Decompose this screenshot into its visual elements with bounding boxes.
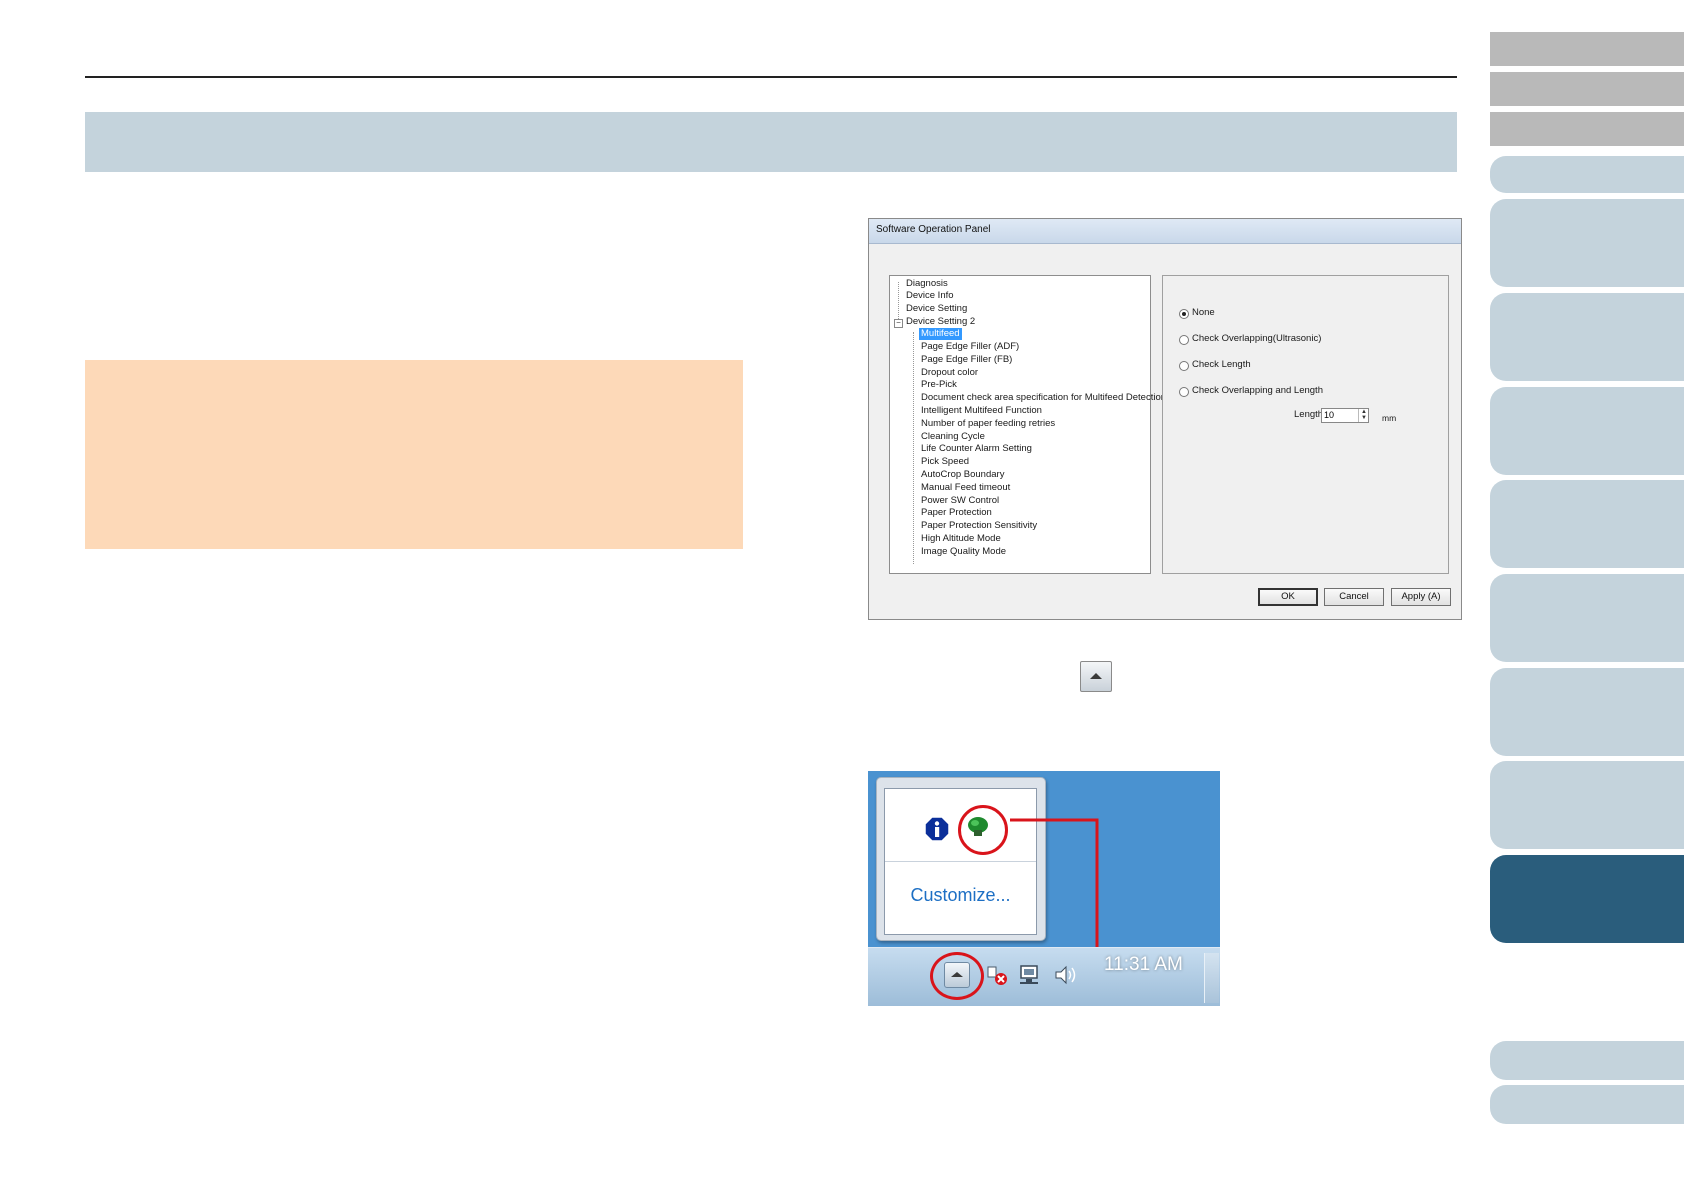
tree-item-multifeed[interactable]: Multifeed (919, 328, 962, 340)
tree-item-device-info[interactable]: Device Info (906, 290, 954, 302)
tree-item[interactable]: Power SW Control (921, 495, 999, 507)
highlight-circle (930, 952, 984, 1000)
tree-item[interactable]: Paper Protection Sensitivity (921, 520, 1037, 532)
length-label: Length (1294, 409, 1324, 420)
tree-item-device-setting-2[interactable]: Device Setting 2 (906, 316, 975, 328)
tree-item[interactable]: Paper Protection (921, 507, 992, 519)
network-icon[interactable] (1018, 964, 1042, 986)
cancel-button[interactable]: Cancel (1324, 588, 1384, 606)
speaker-icon[interactable] (1054, 965, 1078, 985)
show-desktop-button[interactable] (1204, 953, 1219, 1003)
taskbar-screenshot: Customize... 11:31 AM (868, 771, 1220, 1006)
collapse-icon[interactable]: − (894, 319, 903, 328)
tree-connector (913, 332, 914, 564)
show-hidden-icons-button[interactable] (1080, 661, 1112, 692)
tree-item[interactable]: Pre-Pick (921, 379, 957, 391)
tab-chapter-5[interactable] (1490, 574, 1684, 662)
tree-item-device-setting[interactable]: Device Setting (906, 303, 967, 315)
tab-chapter-6[interactable] (1490, 668, 1684, 756)
radio-check-length[interactable] (1179, 361, 1189, 371)
tab-chapter-8-active[interactable] (1490, 855, 1684, 943)
option-label-check-length: Check Length (1192, 359, 1251, 370)
radio-check-overlapping[interactable] (1179, 335, 1189, 345)
option-label-check-overlapping-and-length: Check Overlapping and Length (1192, 385, 1323, 396)
tree-item[interactable]: Page Edge Filler (FB) (921, 354, 1012, 366)
tab-top-1[interactable] (1490, 32, 1684, 66)
tab-chapter-3[interactable] (1490, 387, 1684, 475)
tree-item[interactable]: High Altitude Mode (921, 533, 1001, 545)
section-title-band (85, 112, 1457, 172)
tab-chapter-7[interactable] (1490, 761, 1684, 849)
tree-item[interactable]: Pick Speed (921, 456, 969, 468)
up-arrow-icon (1090, 673, 1102, 679)
note-box (85, 360, 743, 549)
network-error-icon[interactable] (986, 964, 1008, 986)
tab-chapter-intro[interactable] (1490, 156, 1684, 193)
radio-check-overlapping-and-length[interactable] (1179, 387, 1189, 397)
software-operation-panel-dialog: Software Operation Panel − Diagnosis Dev… (868, 218, 1462, 620)
tree-item[interactable]: Document check area specification for Mu… (921, 392, 1166, 404)
tree-item[interactable]: AutoCrop Boundary (921, 469, 1004, 481)
tab-bottom-2[interactable] (1490, 1085, 1684, 1124)
dialog-titlebar: Software Operation Panel (869, 219, 1461, 244)
tab-chapter-1[interactable] (1490, 199, 1684, 287)
tree-item[interactable]: Image Quality Mode (921, 546, 1006, 558)
apply-button[interactable]: Apply (A) (1391, 588, 1451, 606)
tree-item[interactable]: Dropout color (921, 367, 978, 379)
tree-item[interactable]: Life Counter Alarm Setting (921, 443, 1032, 455)
tab-top-2[interactable] (1490, 72, 1684, 106)
tree-item[interactable]: Number of paper feeding retries (921, 418, 1055, 430)
multifeed-options-panel: None Check Overlapping(Ultrasonic) Check… (1162, 275, 1449, 574)
settings-tree[interactable]: − Diagnosis Device Info Device Setting D… (889, 275, 1166, 574)
tab-bottom-1[interactable] (1490, 1041, 1684, 1080)
tree-item[interactable]: Cleaning Cycle (921, 431, 985, 443)
header-rule (85, 76, 1457, 78)
tab-top-3[interactable] (1490, 112, 1684, 146)
option-label-check-overlapping: Check Overlapping(Ultrasonic) (1192, 333, 1322, 344)
radio-none[interactable] (1179, 309, 1189, 319)
dialog-title: Software Operation Panel (876, 224, 991, 235)
tab-chapter-4[interactable] (1490, 480, 1684, 568)
tree-item-diagnosis[interactable]: Diagnosis (906, 278, 948, 290)
tree-item[interactable]: Page Edge Filler (ADF) (921, 341, 1019, 353)
tree-item[interactable]: Intelligent Multifeed Function (921, 405, 1042, 417)
length-unit: mm (1382, 413, 1397, 423)
tab-chapter-2[interactable] (1490, 293, 1684, 381)
tree-item[interactable]: Manual Feed timeout (921, 482, 1010, 494)
ok-button[interactable]: OK (1258, 588, 1318, 606)
taskbar-clock[interactable]: 11:31 AM (1104, 954, 1183, 976)
option-label-none: None (1192, 307, 1215, 318)
length-spinner[interactable]: ▲ ▼ (1358, 409, 1369, 422)
